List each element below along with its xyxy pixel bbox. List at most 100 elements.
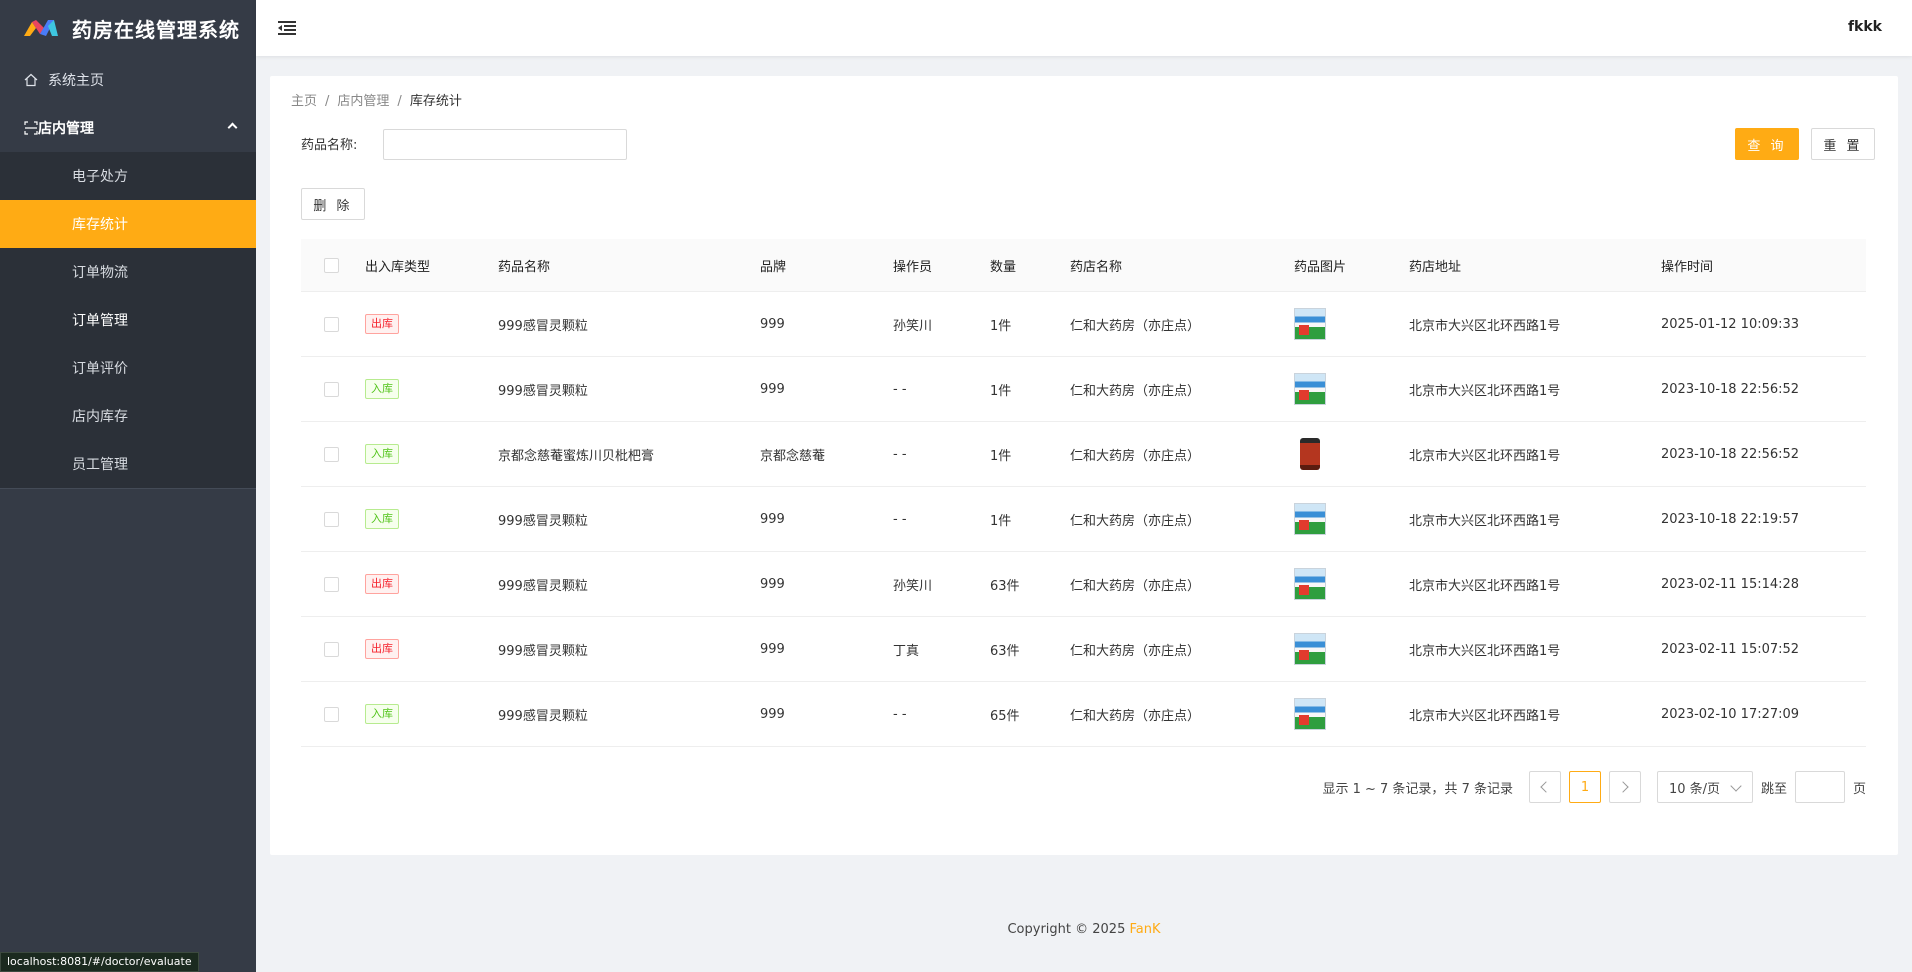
table-row: 入库 京都念慈菴蜜炼川贝枇杷膏 京都念慈菴 - - 1件 仁和大药房（亦庄点） 北京市大兴区… <box>301 422 1866 487</box>
row-checkbox[interactable] <box>324 316 339 332</box>
operation-time-cell: 2023-10-18 22:56:52 <box>1661 381 1800 397</box>
medicine-name-cell: 999感冒灵颗粒 <box>498 318 588 334</box>
store-name-cell: 仁和大药房（亦庄点） <box>1070 578 1201 594</box>
pagination: 显示 1 ~ 7 条记录，共 7 条记录 1 10 条/页 跳至 页 <box>1322 771 1866 803</box>
store-name-cell: 仁和大药房（亦庄点） <box>1070 383 1201 399</box>
user-menu[interactable]: fkkk <box>1848 19 1882 35</box>
jump-page-input[interactable] <box>1794 771 1845 803</box>
quantity-cell: 1件 <box>990 513 1012 529</box>
medicine-box-image[interactable] <box>1294 308 1326 340</box>
row-checkbox[interactable] <box>324 706 339 722</box>
operator-cell: - - <box>893 706 907 722</box>
medicine-box-image[interactable] <box>1294 568 1326 600</box>
operator-cell: - - <box>893 511 907 527</box>
store-address-cell: 北京市大兴区北环西路1号 <box>1409 513 1561 529</box>
table-row: 出库 999感冒灵颗粒 999 孙笑川 1件 仁和大药房（亦庄点） 北京市大兴区北环西路1号… <box>301 292 1866 357</box>
medicine-name-cell: 999感冒灵颗粒 <box>498 513 588 529</box>
row-checkbox[interactable] <box>324 381 339 397</box>
sidebar-item-prescription[interactable]: 电子处方 <box>0 152 256 200</box>
medicine-box-image[interactable] <box>1294 698 1326 730</box>
search-label: 药品名称: <box>301 138 358 153</box>
sidebar-item-staff[interactable]: 员工管理 <box>0 440 256 488</box>
chevron-up-icon <box>227 122 238 133</box>
sidebar-item-inventory-stats[interactable]: 库存统计 <box>0 200 256 248</box>
sidebar-item-order-logistics[interactable]: 订单物流 <box>0 248 256 296</box>
row-checkbox[interactable] <box>324 641 339 657</box>
operation-time-cell: 2023-02-10 17:27:09 <box>1661 706 1800 722</box>
quantity-cell: 1件 <box>990 318 1012 334</box>
sidebar-item-label: 订单物流 <box>72 265 128 281</box>
breadcrumb-home[interactable]: 主页 <box>291 94 317 109</box>
store-name-cell: 仁和大药房（亦庄点） <box>1070 318 1201 334</box>
prev-page-button[interactable] <box>1528 771 1561 803</box>
medicine-name-cell: 999感冒灵颗粒 <box>498 578 588 594</box>
next-page-button[interactable] <box>1608 771 1641 803</box>
chevron-right-icon <box>1617 781 1630 793</box>
row-checkbox[interactable] <box>324 576 339 592</box>
column-header: 出入库类型 <box>365 259 431 275</box>
operator-cell: 丁真 <box>893 643 920 659</box>
sidebar-item-label: 店内库存 <box>72 409 128 425</box>
main-card: 主页 / 店内管理 / 库存统计 药品名称: 查 询 重 置 删 除 出入库类型 药品名… <box>270 76 1898 855</box>
status-bar-url: localhost:8081/#/doctor/evaluate <box>0 952 199 972</box>
medicine-box-image[interactable] <box>1294 373 1326 405</box>
chevron-down-icon <box>1730 780 1742 792</box>
operation-time-cell: 2023-02-11 15:07:52 <box>1661 641 1800 657</box>
delete-button[interactable]: 删 除 <box>301 188 365 220</box>
row-checkbox[interactable] <box>324 511 339 527</box>
chevron-left-icon <box>1540 781 1553 793</box>
sidebar-item-store-stock[interactable]: 店内库存 <box>0 392 256 440</box>
page-size-select[interactable]: 10 条/页 <box>1656 771 1753 803</box>
table-row: 入库 999感冒灵颗粒 999 - - 1件 仁和大药房（亦庄点） 北京市大兴区北环西路1号… <box>301 357 1866 422</box>
operator-cell: 孙笑川 <box>893 318 933 334</box>
medicine-box-image[interactable] <box>1294 633 1326 665</box>
quantity-cell: 65件 <box>990 708 1020 724</box>
medicine-name-input[interactable] <box>383 129 627 160</box>
app-logo[interactable]: 药房在线管理系统 <box>0 0 256 56</box>
column-header: 药店名称 <box>1070 259 1123 275</box>
sidebar-item-label: 系统主页 <box>48 73 104 89</box>
query-button[interactable]: 查 询 <box>1735 128 1799 160</box>
page-suffix: 页 <box>1852 781 1866 797</box>
store-address-cell: 北京市大兴区北环西路1号 <box>1409 318 1561 334</box>
column-header: 数量 <box>990 259 1017 275</box>
medicine-box-image[interactable] <box>1294 503 1326 535</box>
quantity-cell: 63件 <box>990 643 1020 659</box>
row-checkbox[interactable] <box>324 446 339 462</box>
syrup-bottle-image[interactable] <box>1300 438 1320 470</box>
footer-brand[interactable]: FanK <box>1130 922 1161 937</box>
column-header: 品牌 <box>760 259 787 275</box>
io-type-badge: 出库 <box>365 314 399 334</box>
operation-time-cell: 2025-01-12 10:09:33 <box>1661 316 1800 332</box>
sidebar: 药房在线管理系统 系统主页 店内管理 电子处方 库存统计 订单物流 订单管理 订… <box>0 0 256 972</box>
io-type-badge: 入库 <box>365 379 399 399</box>
operation-time-cell: 2023-10-18 22:19:57 <box>1661 511 1800 527</box>
sidebar-item-home[interactable]: 系统主页 <box>0 56 256 104</box>
table-header: 出入库类型 药品名称 品牌 操作员 数量 药店名称 药品图片 药店地址 操作时间 <box>301 239 1866 292</box>
sidebar-item-order-reviews[interactable]: 订单评价 <box>0 344 256 392</box>
table-body: 出库 999感冒灵颗粒 999 孙笑川 1件 仁和大药房（亦庄点） 北京市大兴区北环西路1号… <box>301 292 1866 747</box>
select-all-checkbox[interactable] <box>324 257 339 273</box>
io-type-badge: 出库 <box>365 639 399 659</box>
brand-cell: 999 <box>760 316 785 332</box>
brand-cell: 999 <box>760 576 785 592</box>
io-type-badge: 入库 <box>365 444 399 464</box>
medicine-name-cell: 京都念慈菴蜜炼川贝枇杷膏 <box>498 448 655 464</box>
store-name-cell: 仁和大药房（亦庄点） <box>1070 708 1201 724</box>
sidebar-group-store[interactable]: 店内管理 <box>0 104 256 152</box>
column-header: 操作员 <box>893 259 933 275</box>
app-title: 药房在线管理系统 <box>72 17 240 42</box>
menu-collapse-icon[interactable] <box>278 20 296 36</box>
operator-cell: - - <box>893 381 907 397</box>
breadcrumb-store[interactable]: 店内管理 <box>337 94 389 109</box>
store-address-cell: 北京市大兴区北环西路1号 <box>1409 448 1561 464</box>
column-header: 操作时间 <box>1661 259 1714 275</box>
store-name-cell: 仁和大药房（亦庄点） <box>1070 513 1201 529</box>
io-type-badge: 入库 <box>365 704 399 724</box>
table-row: 出库 999感冒灵颗粒 999 丁真 63件 仁和大药房（亦庄点） 北京市大兴区北环西路1号… <box>301 617 1866 682</box>
sidebar-item-order-management[interactable]: 订单管理 <box>0 296 256 344</box>
page-1-button[interactable]: 1 <box>1568 771 1601 803</box>
reset-button[interactable]: 重 置 <box>1811 128 1875 160</box>
breadcrumb-current: 库存统计 <box>409 94 462 109</box>
quantity-cell: 1件 <box>990 383 1012 399</box>
